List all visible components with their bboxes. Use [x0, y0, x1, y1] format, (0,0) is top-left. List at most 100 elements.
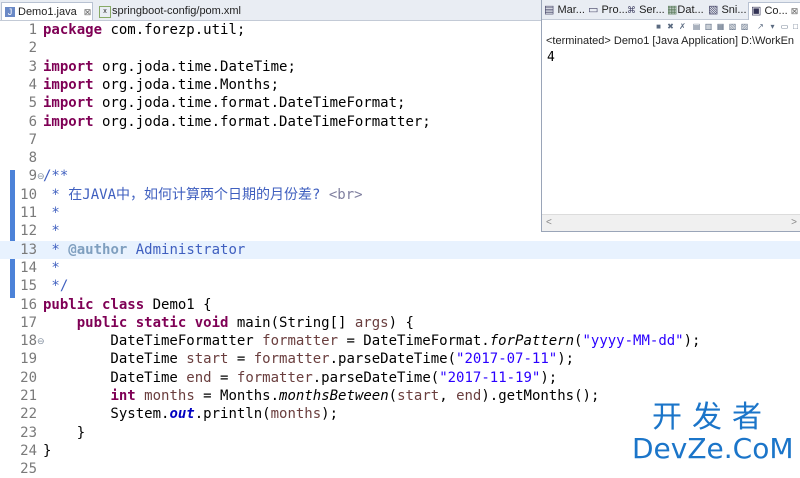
line-number: 7	[28, 131, 37, 148]
code-line: DateTimeFormatter formatter = DateTimeFo…	[43, 332, 700, 350]
line-number: 24	[20, 442, 37, 459]
code-text: DateTime	[43, 369, 187, 386]
remove-all-icon[interactable]: ✗	[678, 22, 687, 31]
code-line: DateTime end = formatter.parseDateTime("…	[43, 369, 557, 387]
horizontal-scrollbar[interactable]: < >	[542, 214, 800, 231]
code-text: =	[228, 351, 254, 368]
tab-snippets[interactable]: ▧ Sni...	[708, 2, 747, 19]
tab-properties[interactable]: ▭ Pro...	[588, 2, 628, 19]
javadoc-line: *	[43, 205, 60, 221]
code-line: System.out.println(months);	[43, 405, 338, 423]
scroll-left-icon[interactable]: <	[546, 217, 552, 228]
keyword: import	[43, 76, 94, 93]
data-source-icon: ▦	[667, 4, 678, 16]
tab-data-source[interactable]: ▦Dat...	[667, 2, 704, 19]
line-number: 8	[28, 150, 37, 167]
scroll-lock-icon[interactable]: ▥	[704, 22, 713, 31]
keyword: public static void	[76, 314, 229, 331]
word-wrap-icon[interactable]: ▦	[716, 22, 725, 31]
code-line: import org.joda.time.format.DateTimeForm…	[43, 113, 431, 131]
code-text: =	[211, 369, 237, 386]
console-view: ▤ Mar... ▭ Pro... ⌘ Ser... ▦Dat... ▧ Sni…	[541, 0, 800, 232]
code-text: = Months.	[194, 388, 280, 404]
tab-console[interactable]: ▣ Co... ⊠	[748, 2, 800, 20]
tab-demo1-java[interactable]: J Demo1.java ⊠	[1, 2, 93, 20]
javadoc-line: *	[43, 223, 60, 240]
code-text: .parseDateTime(	[312, 369, 440, 386]
code-text: Demo1 {	[144, 296, 212, 313]
code-line: int months = Months.monthsBetween(start,…	[43, 387, 599, 405]
javadoc-tag: @author	[68, 241, 128, 258]
code-text: System.	[43, 406, 170, 423]
close-icon[interactable]: ⊠	[791, 6, 799, 16]
code-text: DateTimeFormatter	[43, 333, 263, 350]
comment-text: Administrator	[127, 241, 246, 258]
console-tab-bar: ▤ Mar... ▭ Pro... ⌘ Ser... ▦Dat... ▧ Sni…	[542, 0, 800, 20]
remove-launch-icon[interactable]: ✖	[666, 22, 675, 31]
tab-label: Pro...	[601, 4, 628, 16]
code-text: ,	[439, 388, 457, 404]
line-number: 11	[20, 205, 37, 221]
code-text: main(String[]	[228, 314, 355, 331]
line-number: 21	[20, 388, 37, 404]
open-console-icon[interactable]: ↗	[756, 22, 765, 31]
keyword: import	[43, 113, 94, 130]
line-number: 15	[20, 278, 37, 295]
maximize-icon[interactable]: □	[791, 22, 800, 31]
line-number: 20	[20, 369, 37, 386]
string-literal: "yyyy-MM-dd"	[582, 333, 684, 350]
keyword: import	[43, 58, 94, 75]
code-text: );	[540, 369, 558, 386]
static-method: forPattern	[489, 333, 575, 350]
line-number: 10	[20, 186, 37, 203]
javadoc-line: *	[43, 259, 60, 276]
code-line: public static void main(String[] args) {	[43, 314, 414, 332]
line-number: 13	[20, 241, 37, 258]
code-line: }	[43, 424, 86, 441]
javadoc-line: * 在JAVA中，如何计算两个日期的月份差? <br>	[43, 186, 362, 204]
console-output: 4	[547, 50, 555, 65]
line-number: 23	[20, 424, 37, 441]
servers-icon: ⌘	[627, 5, 636, 15]
snippets-icon: ▧	[708, 4, 719, 16]
local-variable: months	[270, 406, 322, 423]
clear-console-icon[interactable]: ▤	[692, 22, 701, 31]
display-console-icon[interactable]: ▨	[740, 22, 749, 31]
code-text: DateTime	[43, 351, 187, 368]
line-number: 4	[28, 76, 37, 93]
local-variable: formatter	[262, 333, 339, 350]
pin-console-icon[interactable]: ▧	[728, 22, 737, 31]
watermark-cn: 开发者	[652, 400, 772, 435]
code-line: import org.joda.time.format.DateTimeForm…	[43, 94, 405, 112]
code-line: DateTime start = formatter.parseDateTime…	[43, 350, 574, 368]
line-number: 25	[20, 461, 37, 478]
tab-markers[interactable]: ▤ Mar...	[544, 2, 585, 19]
new-console-icon[interactable]: ▾	[768, 22, 777, 31]
code-text: org.joda.time.Months;	[93, 76, 280, 93]
tab-servers[interactable]: ⌘ Ser...	[627, 2, 665, 19]
editor-tab-bar: J Demo1.java ⊠ x springboot-config/pom.x…	[0, 0, 542, 21]
line-number: 14	[20, 259, 37, 276]
tab-label: Co...	[764, 5, 788, 17]
javadoc-line: */	[43, 278, 69, 295]
terminate-icon[interactable]: ■	[654, 22, 663, 31]
javadoc-line: * @author Administrator	[43, 241, 245, 259]
code-line: }	[43, 442, 52, 459]
scroll-right-icon[interactable]: >	[791, 217, 797, 228]
tab-pom-xml[interactable]: x springboot-config/pom.xml	[96, 2, 266, 20]
minimize-icon[interactable]: ▭	[780, 22, 789, 31]
tab-label: Mar...	[557, 4, 585, 16]
comment-text: *	[43, 241, 69, 258]
code-text: org.joda.time.format.DateTimeFormatter;	[93, 113, 431, 130]
comment-text: * 在JAVA中，如何计算两个日期的月份差?	[43, 186, 329, 203]
line-number: 16	[20, 296, 37, 313]
close-icon[interactable]: ⊠	[84, 7, 92, 17]
tab-label: Dat...	[677, 4, 704, 16]
local-variable: formatter	[253, 351, 330, 368]
line-number: 19	[20, 351, 37, 368]
string-literal: "2017-07-11"	[456, 351, 558, 368]
code-line: import org.joda.time.DateTime;	[43, 58, 296, 76]
code-line: package com.forezp.util;	[43, 21, 245, 39]
keyword: package	[43, 22, 103, 38]
